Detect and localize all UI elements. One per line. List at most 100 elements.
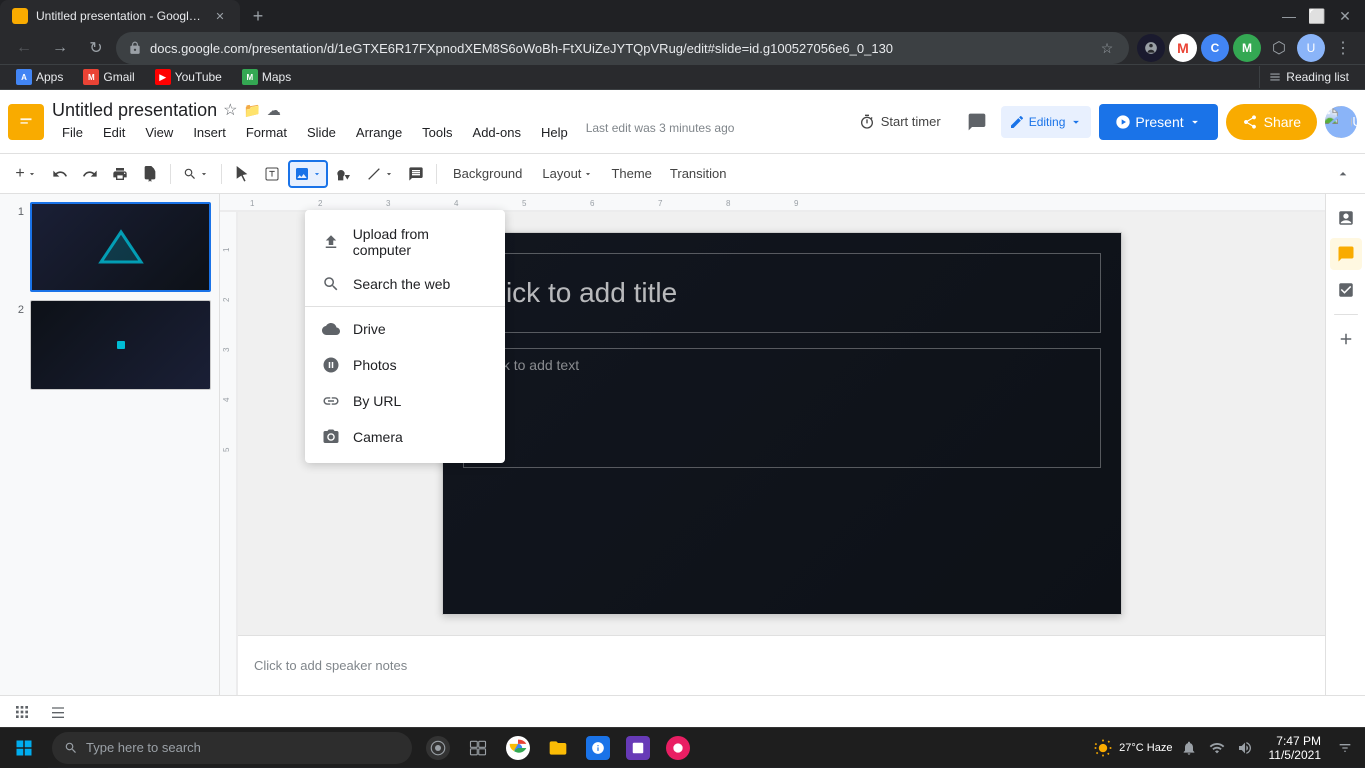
theme-button[interactable]: Theme (603, 160, 659, 188)
shapes-button[interactable] (330, 160, 358, 188)
gmail-ext-icon[interactable]: M (1169, 34, 1197, 62)
redo-button[interactable] (76, 160, 104, 188)
share-button[interactable]: Share (1226, 104, 1317, 140)
present-button[interactable]: Present (1099, 104, 1217, 140)
taskbar-app7[interactable] (660, 728, 696, 768)
menu-addons[interactable]: Add-ons (463, 121, 531, 144)
comment-tool[interactable] (402, 160, 430, 188)
back-button[interactable]: ← (8, 32, 40, 64)
address-input[interactable]: docs.google.com/presentation/d/1eGTXE6R1… (116, 32, 1129, 64)
insert-image-button[interactable] (288, 160, 328, 188)
taskbar-task-view[interactable] (460, 728, 496, 768)
zoom-dropdown[interactable] (177, 160, 215, 188)
zoom-chevron-icon (199, 169, 209, 179)
cursor-tool[interactable] (228, 160, 256, 188)
menu-file[interactable]: File (52, 121, 93, 144)
bookmarks-youtube[interactable]: ▶ YouTube (147, 65, 230, 89)
drive-item[interactable]: Drive (305, 311, 505, 347)
speaker-notes[interactable]: Click to add speaker notes (238, 635, 1325, 695)
grid-view-button[interactable] (8, 702, 36, 722)
photos-item[interactable]: Photos (305, 347, 505, 383)
maps-ext-icon[interactable]: M (1233, 34, 1261, 62)
cloud-title-icon[interactable]: ☁ (267, 102, 281, 119)
search-web-icon (321, 274, 341, 294)
taskbar-clock[interactable]: 7:47 PM 11/5/2021 (1261, 732, 1330, 764)
refresh-button[interactable]: ↻ (80, 32, 112, 64)
search-web-item[interactable]: Search the web (305, 266, 505, 302)
tasks-sidebar-icon[interactable] (1330, 274, 1362, 306)
undo-button[interactable] (46, 160, 74, 188)
view-mode-button[interactable]: Editing (1001, 106, 1092, 138)
print-icon (112, 166, 128, 182)
taskbar-app6[interactable] (620, 728, 656, 768)
close-button[interactable]: ✕ (1333, 4, 1357, 28)
profile-icon[interactable] (1137, 34, 1165, 62)
layout-button[interactable]: Layout (534, 160, 601, 188)
taskbar-app5[interactable] (580, 728, 616, 768)
folder-title-icon[interactable]: 📁 (243, 102, 260, 119)
upload-from-computer-item[interactable]: Upload from computer (305, 218, 505, 266)
notification-center[interactable] (1333, 736, 1357, 760)
slide-text-placeholder[interactable]: Click to add text (463, 348, 1101, 468)
text-tool[interactable] (258, 160, 286, 188)
forward-button[interactable]: → (44, 32, 76, 64)
add-sidebar-icon[interactable] (1330, 323, 1362, 355)
new-tab-button[interactable]: + (244, 2, 272, 30)
slide-title-placeholder[interactable]: Click to add title (463, 253, 1101, 333)
background-label: Background (453, 166, 522, 181)
presentation-title[interactable]: Untitled presentation (52, 100, 217, 121)
print-button[interactable] (106, 160, 134, 188)
star-title-icon[interactable]: ☆ (223, 100, 237, 120)
active-tab[interactable]: Untitled presentation - Google S ✕ (0, 0, 240, 32)
extensions-button[interactable]: ⬡ (1265, 34, 1293, 62)
bookmarks-maps[interactable]: M Maps (234, 65, 299, 89)
start-timer-button[interactable]: Start timer (847, 108, 953, 136)
star-icon[interactable]: ☆ (1097, 38, 1117, 58)
menu-view[interactable]: View (135, 121, 183, 144)
transition-button[interactable]: Transition (662, 160, 735, 188)
tab-close-button[interactable]: ✕ (212, 8, 228, 24)
minimize-button[interactable]: — (1277, 4, 1301, 28)
slide-thumbnail-2[interactable] (30, 300, 211, 390)
menu-arrange[interactable]: Arrange (346, 121, 412, 144)
taskbar-chrome[interactable] (500, 728, 536, 768)
menu-help[interactable]: Help (531, 121, 578, 144)
slide-thumb-1[interactable]: 1 (8, 202, 211, 292)
volume-icon[interactable] (1233, 736, 1257, 760)
start-button[interactable] (0, 728, 48, 768)
menu-insert[interactable]: Insert (183, 121, 236, 144)
menu-slide[interactable]: Slide (297, 121, 346, 144)
network-icon[interactable] (1205, 736, 1229, 760)
slide-canvas[interactable]: Click to add title Click to add text (442, 232, 1122, 615)
explore-sidebar-icon[interactable] (1330, 202, 1362, 234)
chrome-ext-icon[interactable]: C (1201, 34, 1229, 62)
menu-edit[interactable]: Edit (93, 121, 135, 144)
bookmarks-apps[interactable]: A Apps (8, 65, 71, 89)
taskbar-file-explorer[interactable] (540, 728, 576, 768)
collapse-toolbar-button[interactable] (1329, 160, 1357, 188)
layout-chevron-icon (583, 169, 593, 179)
line-tool[interactable] (360, 160, 400, 188)
by-url-item[interactable]: By URL (305, 383, 505, 419)
user-avatar[interactable]: U (1325, 106, 1357, 138)
taskbar-search[interactable]: Type here to search (52, 732, 412, 764)
background-button[interactable]: Background (443, 160, 532, 188)
taskbar-cortana[interactable] (420, 728, 456, 768)
add-button[interactable]: + (8, 160, 44, 188)
list-view-button[interactable] (44, 702, 72, 722)
camera-item[interactable]: Camera (305, 419, 505, 455)
menu-format[interactable]: Format (236, 121, 297, 144)
maximize-button[interactable]: ⬜ (1305, 4, 1329, 28)
paint-format-button[interactable] (136, 160, 164, 188)
slide-thumb-2[interactable]: 2 (8, 300, 211, 390)
weather-icon[interactable] (1091, 736, 1115, 760)
more-button[interactable]: ⋮ (1329, 34, 1357, 62)
profile-button[interactable]: U (1297, 34, 1325, 62)
comments-sidebar-icon[interactable] (1330, 238, 1362, 270)
slide-thumbnail-1[interactable] (30, 202, 211, 292)
bookmarks-gmail[interactable]: M Gmail (75, 65, 142, 89)
notifications-area[interactable] (1177, 736, 1201, 760)
reading-list-button[interactable]: Reading list (1259, 66, 1357, 88)
menu-tools[interactable]: Tools (412, 121, 462, 144)
comment-button[interactable] (961, 106, 993, 138)
